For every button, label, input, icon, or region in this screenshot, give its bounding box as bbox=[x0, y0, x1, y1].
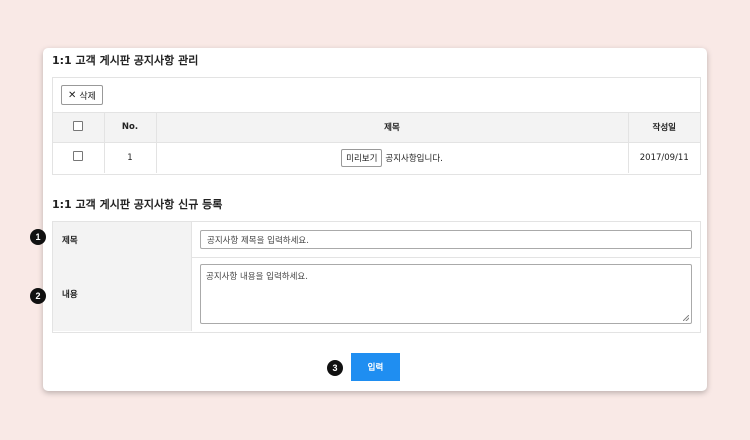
row-checkbox[interactable] bbox=[73, 151, 84, 162]
select-all-checkbox[interactable] bbox=[73, 120, 84, 131]
row-title-cell: 미리보기 공지사항입니다. bbox=[155, 142, 628, 173]
column-header-date: 작성일 bbox=[627, 113, 700, 143]
content-textarea[interactable]: 공지사항 내용을 입력하세요. bbox=[200, 264, 692, 324]
form-section-title: 1:1 고객 게시판 공지사항 신규 등록 bbox=[52, 198, 223, 211]
notice-table: No. 제목 작성일 1 미리보기 공지사항입니다. 2017/09/11 bbox=[53, 113, 700, 173]
step-badge-1: 1 bbox=[30, 229, 46, 245]
list-section-title: 1:1 고객 게시판 공지사항 관리 bbox=[52, 54, 199, 67]
resize-handle[interactable] bbox=[683, 315, 689, 321]
row-title[interactable]: 공지사항입니다. bbox=[385, 154, 442, 164]
title-label: 제목 bbox=[53, 222, 192, 257]
content-row: 내용 공지사항 내용을 입력하세요. bbox=[53, 257, 700, 331]
table-row: 1 미리보기 공지사항입니다. 2017/09/11 bbox=[53, 142, 700, 173]
notice-admin-card: 1:1 고객 게시판 공지사항 관리 ✕ 삭제 No. 제목 작성일 1 미리보… bbox=[43, 48, 707, 391]
delete-button-label: 삭제 bbox=[79, 91, 96, 102]
preview-button[interactable]: 미리보기 bbox=[341, 148, 383, 167]
step-badge-2: 2 bbox=[30, 288, 46, 304]
column-header-title: 제목 bbox=[155, 113, 628, 143]
column-header-no: No. bbox=[103, 113, 156, 143]
row-no: 1 bbox=[103, 142, 156, 173]
title-input[interactable]: 공지사항 제목을 입력하세요. bbox=[200, 230, 692, 249]
notice-form: 제목 공지사항 제목을 입력하세요. 내용 공지사항 내용을 입력하세요. bbox=[52, 221, 701, 333]
select-all-cell bbox=[53, 113, 104, 143]
list-toolbar: ✕ 삭제 bbox=[53, 78, 700, 113]
row-date: 2017/09/11 bbox=[627, 142, 700, 173]
content-placeholder: 공지사항 내용을 입력하세요. bbox=[206, 272, 308, 282]
step-badge-3: 3 bbox=[327, 360, 343, 376]
delete-button[interactable]: ✕ 삭제 bbox=[61, 85, 103, 105]
content-label: 내용 bbox=[53, 257, 192, 331]
close-icon: ✕ bbox=[68, 89, 77, 101]
title-row: 제목 공지사항 제목을 입력하세요. bbox=[53, 222, 700, 258]
submit-button[interactable]: 입력 bbox=[351, 353, 400, 381]
notice-list: ✕ 삭제 No. 제목 작성일 1 미리보기 공지사항입니다. 2017/09/… bbox=[52, 77, 701, 175]
row-select-cell bbox=[53, 142, 104, 173]
table-header-row: No. 제목 작성일 bbox=[53, 113, 700, 143]
